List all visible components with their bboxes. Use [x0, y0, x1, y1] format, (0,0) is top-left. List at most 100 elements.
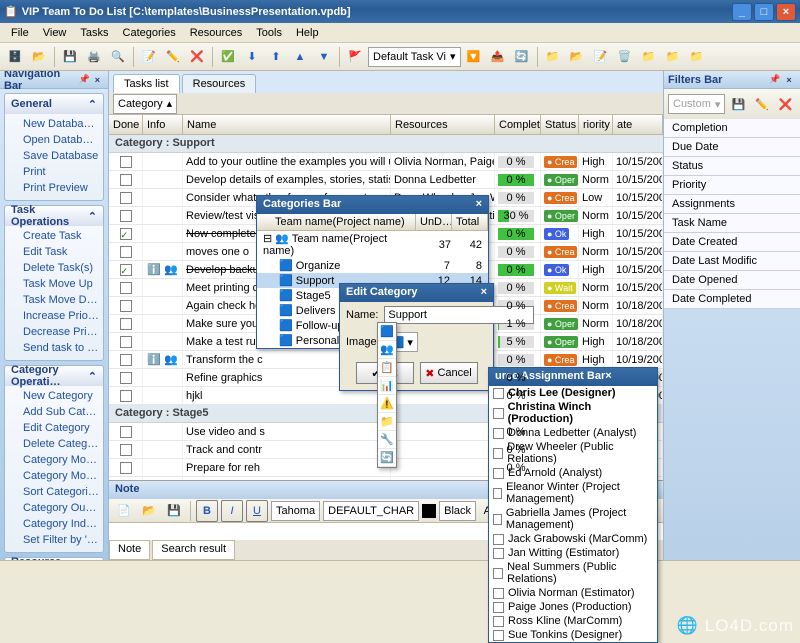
nav-close-icon[interactable]: × — [91, 73, 104, 87]
menu-file[interactable]: File — [4, 25, 36, 41]
resource-checkbox[interactable] — [493, 408, 504, 419]
check-icon[interactable]: ✅ — [217, 46, 239, 68]
filters-close-icon[interactable]: × — [782, 73, 796, 87]
view-combo[interactable]: Default Task Vi▾ — [368, 47, 461, 67]
close-button[interactable]: × — [776, 3, 796, 21]
filter-field[interactable]: Due Date — [664, 138, 800, 157]
nav-link[interactable]: Task Move Down — [23, 292, 99, 308]
done-checkbox[interactable] — [120, 156, 132, 168]
filter-field[interactable]: Priority — [664, 176, 800, 195]
resource-item[interactable]: Gabriella James (Project Management) — [489, 506, 657, 532]
menu-resources[interactable]: Resources — [183, 25, 250, 41]
done-checkbox[interactable] — [120, 174, 132, 186]
refresh-icon[interactable]: 🔄 — [511, 46, 533, 68]
filter-field[interactable]: Task Name — [664, 214, 800, 233]
preview-icon[interactable]: 🔍 — [107, 46, 129, 68]
filter-field[interactable]: Date Last Modific — [664, 252, 800, 271]
col-date[interactable]: ate — [613, 115, 663, 134]
note-tab-note[interactable]: Note — [109, 540, 150, 560]
menu-tools[interactable]: Tools — [249, 25, 289, 41]
task-row[interactable]: Add to your outline the examples you wil… — [109, 153, 663, 171]
col-name[interactable]: Name — [183, 115, 391, 134]
iconopt-4[interactable]: 📊 — [378, 377, 396, 395]
resource-checkbox[interactable] — [493, 588, 504, 599]
done-checkbox[interactable] — [120, 228, 132, 240]
col-status[interactable]: Status — [541, 115, 579, 134]
done-checkbox[interactable] — [120, 462, 132, 474]
nav-group-header[interactable]: Category Operati…⌃ — [5, 366, 103, 386]
col-info[interactable]: Info — [143, 115, 183, 134]
editcat-close-icon[interactable]: × — [481, 286, 487, 300]
iconopt-6[interactable]: 📁 — [378, 413, 396, 431]
info-icon[interactable]: ℹ️ 👥 — [147, 353, 177, 366]
export-icon[interactable]: 📤 — [487, 46, 509, 68]
underline-button[interactable]: U — [246, 500, 268, 522]
menu-help[interactable]: Help — [289, 25, 326, 41]
save-icon[interactable]: 💾 — [59, 46, 81, 68]
done-checkbox[interactable] — [120, 318, 132, 330]
filter-field[interactable]: Completion — [664, 119, 800, 138]
filter-del-icon[interactable]: ❌ — [775, 93, 796, 115]
resource-checkbox[interactable] — [493, 468, 504, 479]
filter-field[interactable]: Date Completed — [664, 290, 800, 309]
done-checkbox[interactable] — [120, 444, 132, 456]
cat-new-icon[interactable]: 📁 — [542, 46, 564, 68]
resource-checkbox[interactable] — [493, 514, 502, 525]
iconopt-5[interactable]: ⚠️ — [378, 395, 396, 413]
iconopt-3[interactable]: 📋 — [378, 359, 396, 377]
nav-link[interactable]: Open Database … — [23, 132, 99, 148]
nav-link[interactable]: Edit Task — [23, 244, 99, 260]
task-row[interactable]: Develop details of examples, stories, st… — [109, 171, 663, 189]
menu-categories[interactable]: Categories — [116, 25, 183, 41]
done-checkbox[interactable] — [120, 372, 132, 384]
cat-up-icon[interactable]: 📁 — [638, 46, 660, 68]
cat-sort-icon[interactable]: 📁 — [686, 46, 708, 68]
done-checkbox[interactable] — [120, 282, 132, 294]
editcat-cancel-button[interactable]: ✖ Cancel — [420, 362, 478, 384]
pri-down-icon[interactable]: ▼ — [313, 46, 335, 68]
cat-down-icon[interactable]: 📁 — [662, 46, 684, 68]
bold-button[interactable]: B — [196, 500, 218, 522]
cat-del-icon[interactable]: 🗑️ — [614, 46, 636, 68]
filter-field[interactable]: Assignments — [664, 195, 800, 214]
nav-link[interactable]: New Database … — [23, 116, 99, 132]
print-icon[interactable]: 🖨️ — [83, 46, 105, 68]
filter-field[interactable]: Date Opened — [664, 271, 800, 290]
catbar-col-total[interactable]: Total — [452, 214, 488, 230]
nav-link[interactable]: Add Sub Category — [23, 404, 99, 420]
resource-checkbox[interactable] — [493, 534, 504, 545]
nav-link[interactable]: Print Preview — [23, 180, 99, 196]
resource-item[interactable]: Eleanor Winter (Project Management) — [489, 480, 657, 506]
resource-item[interactable]: Paige Jones (Production) — [489, 600, 657, 614]
nav-link[interactable]: Edit Category — [23, 420, 99, 436]
done-checkbox[interactable] — [120, 300, 132, 312]
col-resources[interactable]: Resources — [391, 115, 495, 134]
nav-link[interactable]: Increase Priority — [23, 308, 99, 324]
nav-link[interactable]: Category Outdent — [23, 500, 99, 516]
collapse-icon[interactable]: ⌃ — [88, 98, 97, 111]
nav-link[interactable]: Send task to assigned res… — [23, 340, 99, 356]
resource-item[interactable]: Jack Grabowski (MarComm) — [489, 532, 657, 546]
filter-save-icon[interactable]: 💾 — [728, 93, 749, 115]
filters-pin-icon[interactable]: 📌 — [768, 73, 782, 87]
info-icon[interactable]: ℹ️ 👥 — [147, 263, 177, 276]
col-complete[interactable]: Complete — [495, 115, 541, 134]
done-checkbox[interactable] — [120, 264, 132, 276]
note-save-icon[interactable]: 💾 — [163, 500, 185, 522]
font-combo[interactable]: Tahoma — [271, 501, 320, 521]
nav-group-header[interactable]: General⌃ — [5, 94, 103, 114]
new-task-icon[interactable]: 📝 — [138, 46, 160, 68]
note-new-icon[interactable]: 📄 — [113, 500, 135, 522]
resource-checkbox[interactable] — [493, 488, 502, 499]
catbar-col-name[interactable]: Team name(Project name) — [257, 214, 416, 230]
iconopt-7[interactable]: 🔧 — [378, 431, 396, 449]
charset-combo[interactable]: DEFAULT_CHAR — [323, 501, 419, 521]
resbar-close-icon[interactable]: × — [605, 370, 611, 384]
filter-preset-combo[interactable]: Custom ▾ — [668, 94, 725, 114]
menu-view[interactable]: View — [36, 25, 74, 41]
nav-link[interactable]: Category Move Up — [23, 452, 99, 468]
iconopt-1[interactable]: 🟦 — [378, 323, 396, 341]
nav-link[interactable]: Delete Task(s) — [23, 260, 99, 276]
nav-link[interactable]: Category Indent — [23, 516, 99, 532]
tab-tasks-list[interactable]: Tasks list — [113, 74, 180, 93]
